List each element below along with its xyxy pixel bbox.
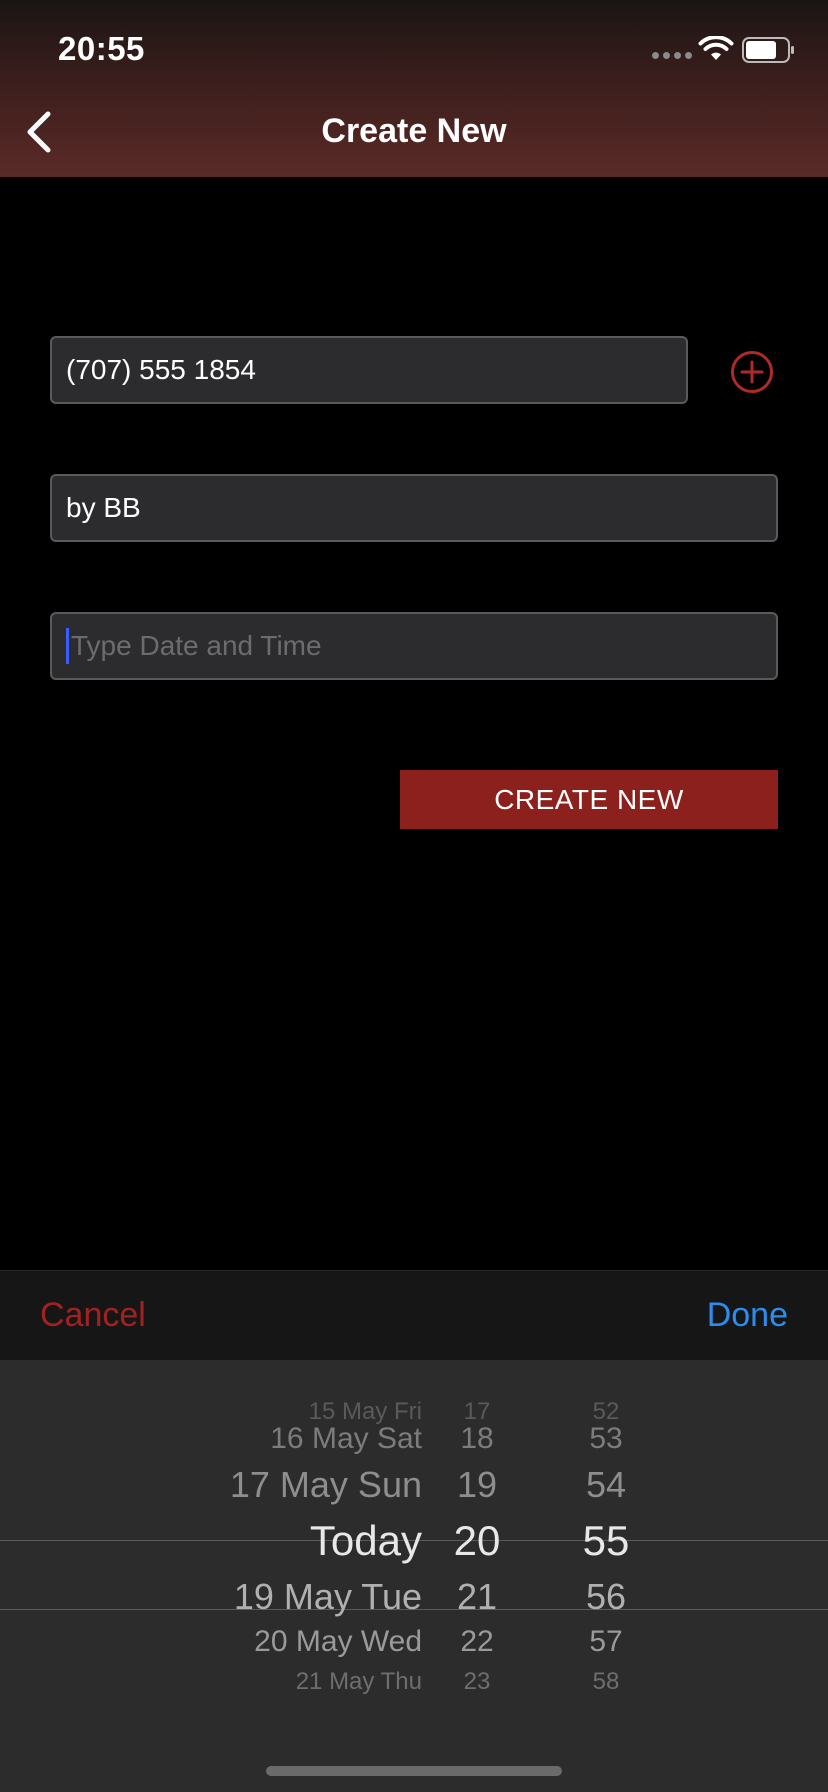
add-circle-icon[interactable] (730, 350, 774, 394)
done-button[interactable]: Done (707, 1296, 788, 1335)
picker-hour-item[interactable]: 20 (417, 1517, 537, 1565)
picker-day-item[interactable]: 20 May Wed (254, 1625, 422, 1659)
picker-toolbar: Cancel Done (0, 1270, 828, 1360)
date-time-picker[interactable]: 15 May Fri 16 May Sat 17 May Sun Today 19 Ma… (0, 1360, 828, 1792)
picker-minute-item[interactable]: 53 (546, 1422, 666, 1456)
picker-minute-item[interactable]: 54 (546, 1464, 666, 1506)
home-indicator (266, 1766, 562, 1776)
by-field[interactable]: by BB (50, 474, 778, 542)
picker-fade-top (0, 1360, 828, 1400)
picker-day-item[interactable]: Today (310, 1517, 422, 1565)
date-time-placeholder: Type Date and Time (71, 630, 322, 661)
wifi-icon (698, 36, 734, 60)
picker-hour-item[interactable]: 18 (417, 1422, 537, 1456)
date-time-field[interactable]: Type Date and Time (50, 612, 778, 680)
picker-hour-item[interactable]: 22 (417, 1625, 537, 1659)
create-new-button[interactable]: CREATE NEW (400, 770, 778, 829)
phone-field[interactable]: (707) 555 1854 (50, 336, 688, 404)
picker-minute-item[interactable]: 55 (546, 1517, 666, 1565)
phone-value: (707) 555 1854 (66, 354, 256, 385)
header: 20:55 Create New (0, 0, 828, 177)
picker-hour-item[interactable]: 23 (417, 1668, 537, 1696)
picker-day-item[interactable]: 17 May Sun (230, 1464, 422, 1506)
picker-minute-item[interactable]: 58 (546, 1668, 666, 1696)
status-time: 20:55 (58, 30, 145, 67)
picker-day-item[interactable]: 16 May Sat (270, 1422, 422, 1456)
create-new-screen: 20:55 Create New (707) 555 1854 by BB Ty… (0, 0, 828, 1792)
cellular-signal-icon (652, 52, 692, 59)
picker-minute-item[interactable]: 56 (546, 1576, 666, 1618)
battery-icon (742, 37, 794, 63)
picker-hour-item[interactable]: 19 (417, 1464, 537, 1506)
page-title: Create New (321, 112, 507, 150)
picker-minute-item[interactable]: 57 (546, 1625, 666, 1659)
by-value: by BB (66, 492, 141, 523)
picker-day-item[interactable]: 21 May Thu (296, 1668, 422, 1696)
text-caret (66, 628, 69, 664)
cancel-button[interactable]: Cancel (40, 1296, 146, 1335)
picker-hour-item[interactable]: 21 (417, 1576, 537, 1618)
picker-fade-bottom (0, 1712, 828, 1792)
picker-day-item[interactable]: 19 May Tue (234, 1576, 422, 1618)
